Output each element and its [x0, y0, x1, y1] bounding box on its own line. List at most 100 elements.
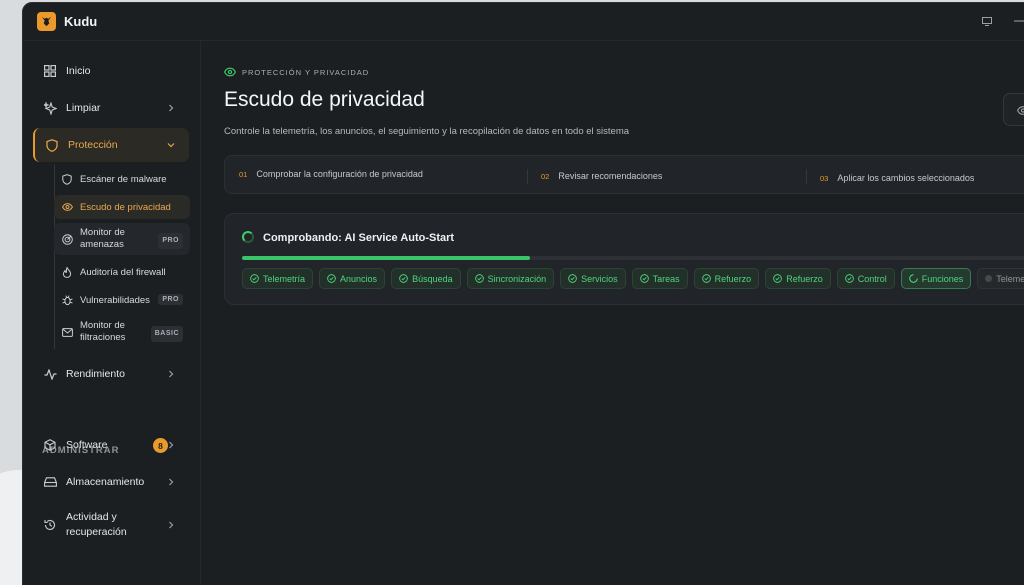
sub-item-monitor-amenazas[interactable]: Monitor de amenazas PRO: [54, 223, 190, 255]
step-divider: [527, 169, 528, 184]
sidebar-item-label: Inicio: [66, 65, 91, 77]
sidebar-item-label: Limpiar: [66, 102, 101, 114]
sidebar-item-label: Almacenamiento: [66, 476, 145, 488]
check-circle-icon: [250, 274, 259, 283]
eye-icon: [224, 67, 236, 77]
breadcrumb: PROTECCIÓN Y PRIVACIDAD: [224, 66, 369, 78]
check-circle-icon: [474, 274, 484, 283]
chevron-right-icon: [169, 441, 174, 449]
chevron-down-icon: [167, 143, 175, 148]
sidebar-item-actividad-recuperacion[interactable]: Actividad y recuperación: [33, 505, 189, 545]
step-number: 02: [541, 171, 550, 181]
sub-item-label: Escáner de malware: [80, 173, 167, 185]
shield-small-icon: [61, 173, 73, 185]
label-line-2: filtraciones: [80, 332, 126, 343]
scan-chip-done: Control: [836, 268, 895, 289]
step-3: 03 Aplicar los cambios seleccionados: [820, 173, 974, 183]
radar-icon: [61, 233, 73, 245]
check-circle-icon: [399, 274, 408, 283]
basic-tag: BASIC: [150, 326, 183, 342]
sidebar-item-label: Software: [66, 439, 108, 451]
chip-label: Refuerzo: [786, 273, 823, 284]
history-icon: [43, 518, 57, 532]
loading-spinner-icon: [242, 231, 254, 243]
pro-tag: PRO: [158, 233, 183, 249]
activity-icon: [43, 367, 57, 381]
app-title: Kudu: [64, 14, 98, 29]
chip-label: Funciones: [921, 273, 964, 284]
scan-progress-fill: [242, 256, 531, 260]
step-label: Comprobar la configuración de privacidad: [256, 169, 423, 179]
monitor-icon[interactable]: [979, 13, 995, 29]
chip-label: Control: [857, 273, 887, 284]
grid-icon: [43, 64, 57, 78]
page-title: Escudo de privacidad: [224, 88, 425, 111]
chevron-right-icon: [169, 478, 174, 486]
sidebar-item-label: Protección: [68, 139, 118, 151]
minimize-icon[interactable]: [1011, 13, 1024, 29]
step-divider: [806, 169, 807, 184]
chevron-right-icon: [169, 521, 174, 529]
drive-icon: [43, 475, 57, 489]
sub-item-escudo-privacidad[interactable]: Escudo de privacidad: [54, 195, 190, 219]
eyebrow-text: PROTECCIÓN Y PRIVACIDAD: [242, 67, 370, 77]
label-line-2: recuperación: [66, 526, 127, 538]
sidebar: Inicio Limpiar Protección Escáner de mal…: [23, 41, 201, 585]
scan-chip-done: Refuerzo: [765, 268, 831, 289]
pending-dot-icon: [985, 275, 993, 282]
sidebar-item-inicio[interactable]: Inicio: [33, 54, 189, 88]
page-subtitle: Controle la telemetría, los anuncios, el…: [224, 126, 630, 137]
check-circle-icon: [327, 274, 336, 283]
sidebar-item-proteccion[interactable]: Protección: [33, 128, 189, 162]
chip-label: Tareas: [652, 273, 680, 284]
chip-label: Búsqueda: [412, 273, 453, 284]
step-label: Aplicar los cambios seleccionados: [837, 173, 975, 183]
shield-icon: [45, 138, 59, 152]
eye-toggle-button[interactable]: [1003, 93, 1024, 126]
sidebar-item-almacenamiento[interactable]: Almacenamiento: [33, 465, 189, 499]
title-bar: Kudu: [23, 3, 1024, 41]
sub-item-label: Monitor de filtraciones: [80, 320, 125, 344]
sidebar-item-limpiar[interactable]: Limpiar: [33, 91, 189, 125]
step-number: 03: [820, 173, 829, 183]
sub-item-monitor-filtraciones[interactable]: Monitor de filtraciones BASIC: [54, 316, 190, 348]
label-line-1: Actividad y: [66, 511, 117, 523]
sub-item-escaner-malware[interactable]: Escáner de malware: [54, 167, 190, 191]
pro-tag: PRO: [158, 294, 183, 305]
sidebar-item-rendimiento[interactable]: Rendimiento: [33, 357, 189, 391]
label-line-1: Monitor de: [80, 320, 125, 331]
sub-item-label: Monitor de amenazas: [80, 227, 125, 251]
app-window: Kudu Inicio Limpiar Protección Escáner d…: [22, 2, 1024, 585]
chip-label: Telemetría: [996, 273, 1024, 284]
scan-chip-done: Refuerzo: [693, 268, 760, 289]
scan-progress-bar: [242, 256, 1024, 260]
check-circle-icon: [701, 274, 711, 283]
mail-icon: [61, 326, 73, 338]
label-line-2: amenazas: [80, 239, 124, 250]
main-content: PROTECCIÓN Y PRIVACIDAD Escudo de privac…: [202, 41, 1024, 585]
sidebar-item-software[interactable]: Software 8: [33, 428, 189, 462]
sub-item-vulnerabilidades[interactable]: Vulnerabilidades PRO: [54, 288, 190, 312]
scan-chip-running: Funciones: [900, 268, 972, 289]
sub-item-auditoria-firewall[interactable]: Auditoría del firewall: [54, 260, 190, 284]
step-number: 01: [239, 169, 248, 179]
chip-label: Anuncios: [340, 273, 378, 284]
flame-icon: [61, 266, 73, 278]
kudu-logo-icon: [37, 12, 56, 31]
sidebar-item-label: Rendimiento: [66, 368, 125, 380]
check-circle-icon: [639, 274, 649, 283]
sub-item-label: Vulnerabilidades: [80, 294, 150, 306]
sub-item-label: Escudo de privacidad: [80, 201, 171, 213]
eye-icon: [1017, 106, 1024, 115]
sub-item-label: Auditoría del firewall: [80, 266, 166, 278]
chip-label: Servicios: [581, 273, 618, 284]
chevron-right-icon: [169, 104, 174, 112]
step-1: 01 Comprobar la configuración de privaci…: [239, 169, 423, 179]
scan-category-chips: Telemetría Anuncios Búsqueda Sincronización…: [242, 268, 1024, 289]
box-icon: [43, 438, 57, 452]
loading-icon: [908, 274, 918, 283]
chip-label: Telemetría: [263, 273, 306, 284]
step-label: Revisar recomendaciones: [558, 171, 663, 181]
chip-label: Refuerzo: [714, 273, 752, 284]
check-circle-icon: [773, 274, 783, 283]
